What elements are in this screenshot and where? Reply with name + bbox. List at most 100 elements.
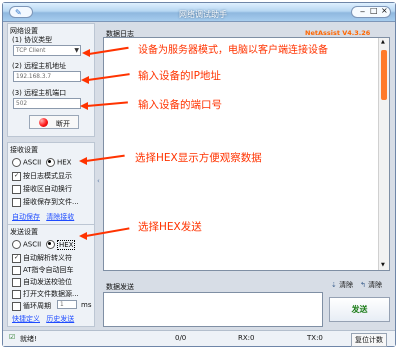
data-send-tab[interactable]: 数据发送 <box>106 282 134 292</box>
send-links: 快捷定义 历史发送 <box>12 314 74 324</box>
clear-button[interactable]: ↰ 清除 <box>360 280 382 290</box>
left-pane: 网络设置 (1) 协议类型 TCP Client ▼ (2) 远程主机地址 19… <box>7 23 95 331</box>
tx-count: TX:0 <box>307 334 323 342</box>
auto-newline-option[interactable]: 接收区自动换行 <box>12 184 72 194</box>
loop-period-value: 1 <box>60 302 64 308</box>
save-to-file-option[interactable]: 接收保存到文件... <box>12 197 79 207</box>
annotation-protocol-note: 设备为服务器模式，电脑以客户端连接设备 <box>138 45 328 56</box>
auto-escape-option[interactable]: ✓ 自动解析转义符 <box>12 253 72 263</box>
send-hex-label: HEX <box>57 239 76 250</box>
at-auto-cr-label: AT指令自动回车 <box>23 266 74 274</box>
annotation-recv-hex-note: 选择HEX显示方便观察数据 <box>135 152 262 164</box>
send-ascii-option[interactable]: ASCII <box>12 240 41 249</box>
clear-icon: ↰ <box>360 281 366 289</box>
send-hex-option[interactable]: HEX <box>46 239 76 250</box>
auto-newline-checkbox[interactable] <box>12 184 21 194</box>
title-bar: ✎ 网络调试助手 ‒ □ × <box>3 3 395 22</box>
remote-host-label: (2) 远程主机地址 <box>12 62 67 70</box>
annotation-port-note: 输入设备的端口号 <box>138 99 222 111</box>
app-icon: ✎ <box>15 8 22 17</box>
remote-port-input[interactable]: 502 <box>13 98 81 109</box>
send-ascii-radio[interactable] <box>12 240 21 249</box>
protocol-value: TCP Client <box>16 48 46 54</box>
count-text: 0/0 <box>175 334 187 342</box>
send-ascii-label: ASCII <box>23 240 42 249</box>
annotation-arrowhead <box>81 76 89 84</box>
remote-host-input[interactable]: 192.168.3.7 <box>13 71 81 82</box>
status-led-icon <box>39 118 48 127</box>
send-input-area[interactable] <box>103 292 323 327</box>
clear-recv-link[interactable]: 清除接收 <box>46 213 74 221</box>
annotation-arrowhead <box>79 232 87 240</box>
rx-count: RX:0 <box>238 334 255 342</box>
quick-define-link[interactable]: 快捷定义 <box>12 315 40 323</box>
remote-port-value: 502 <box>16 101 28 107</box>
open-file-source-checkbox[interactable] <box>12 289 21 299</box>
auto-escape-label: 自动解析转义符 <box>23 254 72 262</box>
ready-text: 就绪! <box>20 335 37 343</box>
receive-settings-title: 接收设置 <box>10 146 38 154</box>
auto-checksum-checkbox[interactable] <box>12 277 21 287</box>
at-auto-cr-option[interactable]: AT指令自动回车 <box>12 265 74 275</box>
clear-label: 清除 <box>368 281 383 289</box>
send-hex-radio[interactable] <box>46 240 55 249</box>
at-auto-cr-checkbox[interactable] <box>12 265 21 275</box>
annotation-arrowhead <box>79 157 87 165</box>
send-button-label: 发送 <box>351 305 368 314</box>
recv-ascii-label: ASCII <box>23 158 42 167</box>
scroll-up-icon[interactable]: ▲ <box>381 39 385 45</box>
reset-count-button[interactable]: 复位计数 <box>351 333 387 347</box>
clear-all-icon: ⇣ <box>331 281 337 289</box>
log-mode-label: 按日志模式显示 <box>23 172 72 180</box>
recv-hex-option[interactable]: HEX <box>46 158 71 167</box>
auto-newline-label: 接收区自动换行 <box>23 185 72 193</box>
status-bar: ☑ 就绪! 0/0 RX:0 TX:0 复位计数 <box>3 330 395 347</box>
scroll-thumb[interactable] <box>381 50 387 100</box>
protocol-select[interactable]: TCP Client ▼ <box>13 45 81 56</box>
recv-links: 自动保存 清除接收 <box>12 212 74 222</box>
annotation-send-hex-note: 选择HEX发送 <box>138 221 202 233</box>
loop-period-label: 循环周期 <box>23 302 51 310</box>
disconnect-button[interactable]: 断开 <box>29 115 79 129</box>
log-mode-option[interactable]: ✓ 按日志模式显示 <box>12 171 72 181</box>
save-to-file-checkbox[interactable] <box>12 197 21 207</box>
loop-period-input[interactable]: 1 <box>57 300 77 309</box>
log-mode-checkbox[interactable]: ✓ <box>12 171 21 181</box>
remote-port-label: (3) 远程主机端口 <box>12 89 67 97</box>
brand-label: NetAssist V4.3.26 <box>305 29 371 37</box>
scroll-down-icon[interactable]: ▼ <box>381 262 385 268</box>
menu-button[interactable]: ✎ <box>9 6 33 18</box>
disconnect-label: 断开 <box>56 120 70 128</box>
send-settings-title: 发送设置 <box>10 228 38 236</box>
auto-checksum-option[interactable]: 自动发送校验位 <box>12 277 72 287</box>
protocol-label: (1) 协议类型 <box>12 36 53 44</box>
auto-save-link[interactable]: 自动保存 <box>12 213 40 221</box>
annotation-arrowhead <box>80 102 88 110</box>
annotation-arrowhead <box>82 49 90 57</box>
splitter-icon[interactable]: ‹ <box>97 177 100 185</box>
open-file-source-label: 打开文件数据源... <box>23 290 79 298</box>
send-button[interactable]: 发送 <box>329 297 390 322</box>
auto-checksum-label: 自动发送校验位 <box>23 278 72 286</box>
close-icon[interactable]: × <box>381 6 388 15</box>
window-title: 网络调试助手 <box>179 10 227 19</box>
save-to-file-label: 接收保存到文件... <box>23 198 79 206</box>
ready-icon: ☑ <box>9 333 16 341</box>
remote-host-value: 192.168.3.7 <box>16 74 52 80</box>
recv-hex-radio[interactable] <box>46 158 55 167</box>
open-file-source-option[interactable]: 打开文件数据源... <box>12 289 79 299</box>
chevron-down-icon: ▼ <box>74 47 79 54</box>
recv-hex-label: HEX <box>57 158 72 167</box>
clear-all-label: 清除 <box>339 281 354 289</box>
maximize-icon[interactable]: □ <box>370 6 378 15</box>
loop-period-checkbox[interactable] <box>12 301 21 311</box>
receive-scrollbar[interactable]: ▲ ▼ <box>378 38 389 270</box>
recv-ascii-option[interactable]: ASCII <box>12 158 41 167</box>
loop-period-option[interactable]: 循环周期 <box>12 301 51 311</box>
minimize-icon[interactable]: ‒ <box>360 7 365 16</box>
auto-escape-checkbox[interactable]: ✓ <box>12 253 21 263</box>
window-controls: ‒ □ × <box>351 6 391 18</box>
clear-all-button[interactable]: ⇣ 清除 <box>331 280 353 290</box>
history-send-link[interactable]: 历史发送 <box>46 315 74 323</box>
recv-ascii-radio[interactable] <box>12 158 21 167</box>
